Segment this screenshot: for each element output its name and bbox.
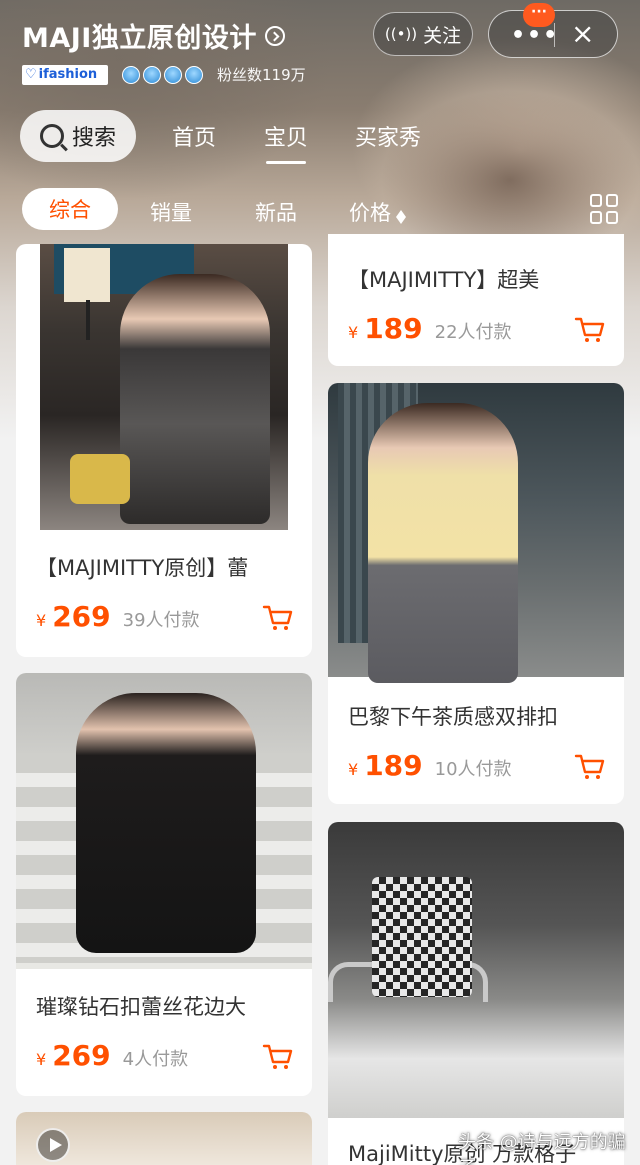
shop-badges: ♡ ifashion 粉丝数119万	[22, 64, 306, 85]
product-image	[328, 383, 624, 683]
shop-info-arrow-icon	[264, 25, 285, 46]
sold-count: 39人付款	[122, 610, 200, 631]
ifashion-heart-icon: ♡	[25, 67, 37, 82]
price-row: ¥ 269 39人付款	[36, 600, 200, 633]
shop-name: MAJI独立原创设计	[22, 23, 257, 54]
price-row: ¥ 189 22人付款	[348, 312, 512, 345]
sold-count: 10人付款	[434, 759, 512, 780]
cart-icon[interactable]	[574, 316, 606, 344]
product-card[interactable]: 【MAJIMITTY】超美 ¥ 189 22人付款	[328, 234, 624, 366]
play-video-icon[interactable]	[36, 1128, 70, 1162]
search-button[interactable]: 搜索	[20, 110, 136, 162]
shop-title[interactable]: MAJI独立原创设计	[22, 16, 285, 55]
shop-level-crowns	[122, 65, 203, 84]
tab-home[interactable]: 首页	[172, 120, 216, 152]
product-card[interactable]: 【MAJIMITTY原创】蕾 ¥ 269 39人付款	[16, 244, 312, 657]
crown-icon	[122, 65, 140, 84]
broadcast-icon: ((•))	[384, 25, 418, 43]
product-title: 巴黎下午茶质感双排扣	[348, 705, 558, 729]
product-card[interactable]: 璀璨钻石扣蕾丝花边大 ¥ 269 4人付款	[16, 673, 312, 1096]
watermark: 头条 @诗与远方的骗子	[458, 1132, 626, 1165]
product-title: 璀璨钻石扣蕾丝花边大	[36, 995, 246, 1019]
cart-icon[interactable]	[262, 604, 294, 632]
tab-products[interactable]: 宝贝	[264, 120, 308, 164]
product-image	[40, 244, 288, 530]
filter-new[interactable]: 新品	[255, 197, 297, 227]
product-price: 269	[52, 600, 111, 633]
filter-price[interactable]: 价格	[349, 197, 407, 227]
sold-count: 4人付款	[122, 1049, 189, 1070]
cart-icon[interactable]	[262, 1043, 294, 1071]
filter-sales[interactable]: 销量	[150, 197, 192, 227]
crown-icon	[164, 65, 182, 84]
filter-comprehensive[interactable]: 综合	[22, 188, 118, 230]
notification-badge: ···	[523, 3, 555, 27]
product-image	[16, 673, 312, 969]
search-icon	[39, 124, 64, 148]
capsule-divider	[554, 23, 555, 47]
product-title: 【MAJIMITTY】超美	[348, 268, 540, 292]
tab-buyer-show[interactable]: 买家秀	[355, 120, 421, 152]
price-row: ¥ 189 10人付款	[348, 749, 512, 782]
product-price: 189	[364, 312, 423, 345]
product-card[interactable]: 巴黎下午茶质感双排扣 ¥ 189 10人付款	[328, 383, 624, 804]
currency-symbol: ¥	[348, 323, 359, 342]
follow-button[interactable]: ((•)) 关注	[373, 12, 473, 56]
close-icon[interactable]: ×	[571, 17, 594, 50]
currency-symbol: ¥	[348, 760, 359, 779]
sort-arrows-icon	[395, 203, 407, 225]
product-card[interactable]: MajiMitty原创 万款格子	[328, 822, 624, 1165]
product-price: 189	[364, 749, 423, 782]
cart-icon[interactable]	[574, 753, 606, 781]
currency-symbol: ¥	[36, 611, 47, 630]
sold-count: 22人付款	[434, 322, 512, 343]
crown-icon	[143, 65, 161, 84]
crown-icon	[185, 65, 203, 84]
product-title: 【MAJIMITTY原创】蕾	[36, 556, 249, 580]
ifashion-badge: ♡ ifashion	[22, 64, 108, 85]
price-row: ¥ 269 4人付款	[36, 1039, 188, 1072]
product-image	[328, 822, 624, 1118]
grid-view-icon[interactable]	[590, 194, 620, 224]
currency-symbol: ¥	[36, 1050, 47, 1069]
product-price: 269	[52, 1039, 111, 1072]
fans-count: 粉丝数119万	[217, 66, 306, 84]
